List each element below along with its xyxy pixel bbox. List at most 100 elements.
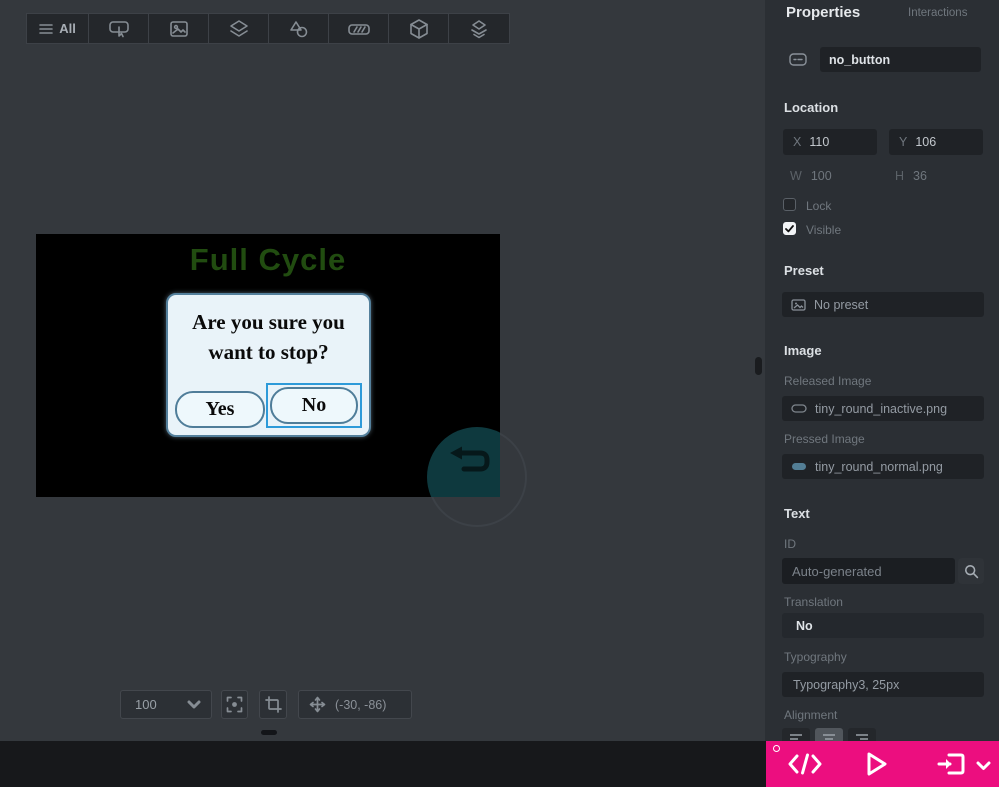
crop-icon	[264, 696, 282, 713]
filter-3d-widgets[interactable]	[389, 14, 449, 43]
focus-icon	[226, 696, 243, 713]
dialog-buttons: Yes No	[175, 383, 362, 428]
dialog-message: Are you sure you want to stop?	[168, 307, 369, 368]
play-icon	[867, 752, 887, 776]
slider-icon	[347, 23, 370, 35]
width-readout: W 100	[790, 169, 832, 183]
pan-coordinates-value: (-30, -86)	[335, 697, 387, 712]
button-cursor-icon	[108, 20, 129, 37]
center-view-button[interactable]	[221, 690, 248, 719]
filter-layer-widgets[interactable]	[209, 14, 269, 43]
visible-label: Visible	[806, 223, 842, 237]
image-heading: Image	[784, 343, 822, 358]
filter-all-label: All	[59, 21, 76, 36]
dialog-message-line2: want to stop?	[208, 340, 329, 365]
properties-panel: Properties Interactions no_button Locati…	[765, 0, 999, 754]
preset-value: No preset	[814, 297, 869, 312]
reset-button[interactable]	[427, 427, 500, 497]
screen-title: Full Cycle	[189, 242, 347, 277]
id-input[interactable]	[782, 558, 955, 584]
typography-value: Typography3, 25px	[793, 677, 900, 692]
widget-name-field[interactable]: no_button	[820, 47, 981, 72]
move-icon	[309, 696, 326, 713]
preset-heading: Preset	[784, 263, 824, 278]
tab-properties[interactable]: Properties	[786, 4, 860, 21]
export-code-button[interactable]	[788, 753, 822, 780]
no-button[interactable]: No	[270, 387, 358, 424]
y-label: Y	[899, 135, 908, 149]
device-screen[interactable]: Full Cycle Are you sure you want to stop…	[36, 234, 500, 497]
notification-dot	[773, 745, 780, 752]
x-label: X	[793, 135, 802, 149]
yes-button[interactable]: Yes	[175, 391, 265, 428]
tab-interactions[interactable]: Interactions	[908, 7, 967, 19]
pan-coordinates-button[interactable]: (-30, -86)	[298, 690, 412, 719]
action-bar-expand-button[interactable]	[976, 758, 991, 776]
filter-button-widgets[interactable]	[89, 14, 149, 43]
code-icon	[788, 753, 822, 775]
translation-field[interactable]: No	[782, 613, 984, 638]
zoom-level-dropdown[interactable]: 100	[120, 690, 212, 719]
chevron-down-icon	[976, 761, 991, 770]
pressed-image-value: tiny_round_normal.png	[815, 459, 943, 474]
shapes-icon	[289, 20, 307, 37]
screen-stack-icon	[471, 19, 487, 38]
location-heading: Location	[784, 100, 839, 115]
lock-checkbox[interactable]	[783, 198, 796, 211]
flash-to-device-button[interactable]	[936, 752, 966, 781]
translation-label: Translation	[784, 595, 843, 609]
preset-field[interactable]: No preset	[782, 292, 984, 317]
hamburger-icon	[39, 23, 53, 34]
chevron-down-icon	[187, 700, 201, 709]
app-window: All Full Cycle Are you sure you want to …	[0, 0, 999, 787]
translation-value: No	[796, 618, 813, 633]
pressed-image-field[interactable]: tiny_round_normal.png	[782, 454, 984, 479]
panel-resize-handle[interactable]	[755, 357, 762, 375]
released-image-field[interactable]: tiny_round_inactive.png	[782, 396, 984, 421]
height-readout: H 36	[895, 169, 927, 183]
x-field[interactable]: X 110	[783, 129, 877, 155]
typography-label: Typography	[784, 650, 847, 664]
bottom-panel-drag-handle[interactable]	[261, 730, 277, 735]
canvas-area[interactable]: All Full Cycle Are you sure you want to …	[0, 0, 765, 741]
filter-screen-widgets[interactable]	[449, 14, 509, 43]
dialog-message-line1: Are you sure you	[192, 310, 345, 334]
visible-checkbox[interactable]	[783, 222, 796, 235]
filter-all-button[interactable]: All	[27, 14, 89, 43]
x-value: 110	[809, 135, 830, 149]
return-arrow-icon	[450, 446, 490, 472]
widget-name-value: no_button	[829, 52, 891, 67]
released-image-value: tiny_round_inactive.png	[815, 401, 948, 416]
pill-filled-icon	[791, 462, 807, 471]
confirm-dialog[interactable]: Are you sure you want to stop? Yes No	[166, 293, 371, 437]
pill-outline-icon	[791, 404, 807, 413]
lock-label: Lock	[806, 199, 832, 213]
h-label: H	[895, 169, 905, 183]
button-widget-icon	[789, 53, 807, 66]
id-label: ID	[784, 537, 796, 551]
preset-image-icon	[791, 298, 806, 311]
w-value: 100	[810, 169, 832, 183]
no-button-selection-outline: No	[266, 383, 362, 428]
typography-field[interactable]: Typography3, 25px	[782, 672, 984, 697]
zoom-level-value: 100	[135, 697, 157, 712]
alignment-label: Alignment	[784, 708, 838, 722]
sign-in-icon	[937, 753, 965, 775]
w-label: W	[790, 169, 802, 183]
text-heading: Text	[784, 506, 810, 521]
checkmark-icon	[785, 224, 794, 232]
filter-image-widgets[interactable]	[149, 14, 209, 43]
y-value: 106	[915, 135, 937, 149]
pressed-image-label: Pressed Image	[784, 432, 865, 446]
image-icon	[169, 20, 188, 37]
crop-view-button[interactable]	[259, 690, 287, 719]
id-search-button[interactable]	[958, 558, 984, 584]
filter-slider-widgets[interactable]	[329, 14, 389, 43]
action-bar	[766, 741, 999, 787]
filter-shape-widgets[interactable]	[269, 14, 329, 43]
h-value: 36	[913, 169, 927, 183]
cube-icon	[409, 18, 428, 39]
play-button[interactable]	[865, 750, 889, 783]
y-field[interactable]: Y 106	[889, 129, 983, 155]
search-icon	[964, 564, 978, 578]
